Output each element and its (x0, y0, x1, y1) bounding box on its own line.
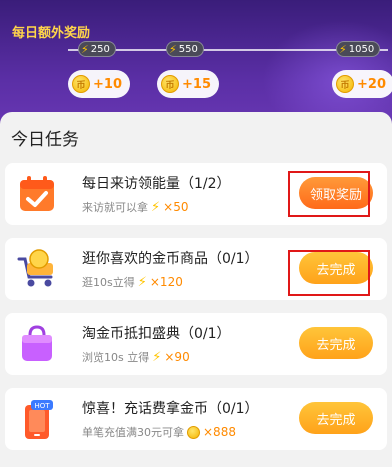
task-subtitle: 浏览10s 立得 ⚡ ×90 (82, 349, 190, 365)
task-name: 每日来访领能量（1/2） (82, 176, 231, 192)
go-complete-button[interactable]: 去完成 (299, 327, 373, 359)
task-name: 逛你喜欢的金币商品（0/1） (82, 251, 259, 267)
task-subtitle: 来访就可以拿 ⚡ ×50 (82, 199, 189, 215)
calendar-check-icon (17, 174, 57, 214)
task-panel: 今日任务 每日来访领能量（1/2） 来访就可以拿 ⚡ ×50 领取奖励 逛你喜欢… (0, 112, 392, 467)
task-card-coin-deduction: 淘金币抵扣盛典（0/1） 浏览10s 立得 ⚡ ×90 去完成 (5, 313, 387, 375)
phone-icon: HOT (17, 399, 57, 439)
extra-reward-title: 每日额外奖励 (12, 26, 91, 41)
milestone-reward-15[interactable]: 币 +15 (157, 70, 219, 98)
lightning-icon: ⚡ (137, 274, 147, 290)
go-complete-button[interactable]: 去完成 (299, 402, 373, 434)
lightning-icon: ⚡ (151, 199, 161, 215)
highlight-box (288, 250, 370, 296)
task-card-phone-recharge: HOT 惊喜！充话费拿金币（0/1） 单笔充值满30元可拿 ×888 去完成 (5, 388, 387, 450)
hot-badge: HOT (34, 402, 50, 410)
coin-icon: 币 (72, 75, 90, 93)
coin-icon: 币 (336, 75, 354, 93)
shopping-bag-icon (17, 324, 57, 364)
lightning-icon: ⚡ (339, 42, 347, 56)
task-name: 淘金币抵扣盛典（0/1） (82, 326, 231, 342)
lightning-icon: ⚡ (81, 42, 89, 56)
coin-icon (187, 425, 200, 439)
task-subtitle: 逛10s立得 ⚡ ×120 (82, 274, 183, 290)
lightning-icon: ⚡ (152, 349, 162, 365)
highlight-box (288, 171, 370, 217)
milestone-1050: ⚡ 1050 (336, 41, 381, 57)
milestone-reward-10[interactable]: 币 +10 (68, 70, 130, 98)
lightning-icon: ⚡ (169, 42, 177, 56)
coin-icon: 币 (161, 75, 179, 93)
task-name: 惊喜！充话费拿金币（0/1） (82, 401, 259, 417)
milestone-550: ⚡ 550 (166, 41, 204, 57)
shopping-cart-icon (17, 249, 57, 289)
milestone-250: ⚡ 250 (78, 41, 116, 57)
milestone-reward-20[interactable]: 币 +20 (332, 70, 392, 98)
task-subtitle: 单笔充值满30元可拿 ×888 (82, 425, 236, 439)
panel-title: 今日任务 (11, 130, 79, 150)
